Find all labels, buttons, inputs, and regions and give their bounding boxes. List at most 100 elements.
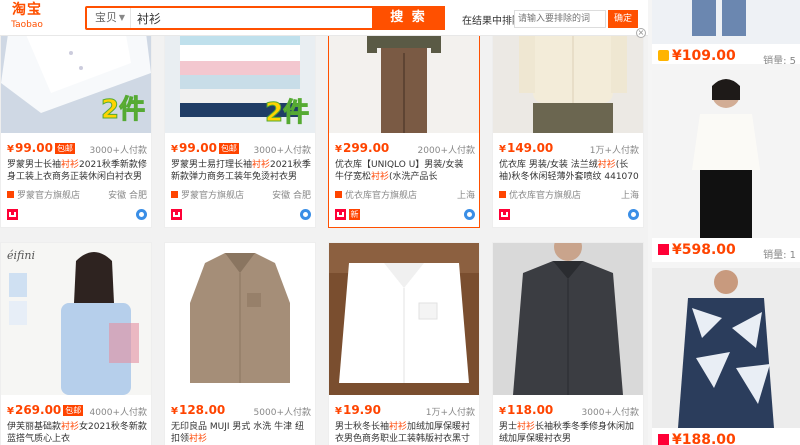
- keyword-highlight: 衬衫: [371, 172, 390, 182]
- category-select[interactable]: 宝贝 ▼: [87, 8, 131, 28]
- free-shipping-badge: 包邮: [54, 143, 75, 154]
- keyword-highlight: 衬衫: [389, 422, 408, 432]
- location: 安徽 合肥: [108, 191, 147, 201]
- sales-count: 2000+人付款: [417, 146, 475, 156]
- category-label: 宝贝: [95, 11, 117, 24]
- product-image[interactable]: [329, 243, 479, 395]
- price-row: ¥299.00 2000+人付款: [335, 141, 475, 156]
- service-icons: 新: [335, 209, 475, 221]
- wangwang-chat-icon[interactable]: [628, 209, 639, 220]
- exclude-input[interactable]: [514, 10, 606, 28]
- search-button[interactable]: 搜 索: [372, 6, 445, 30]
- tmall-icon[interactable]: [7, 209, 18, 220]
- keyword-highlight: 衬衫: [61, 422, 80, 432]
- product-image[interactable]: [493, 243, 643, 395]
- product-card[interactable]: éifini ¥269.00 包邮 4000+人付款 伊芙丽基础款衬衫女2021秋…: [0, 242, 152, 445]
- price-row: ¥19.90 1万+人付款: [335, 403, 475, 418]
- wangwang-chat-icon[interactable]: [300, 209, 311, 220]
- product-image[interactable]: [165, 243, 315, 395]
- price: ¥269.00: [7, 403, 62, 417]
- product-title[interactable]: 优衣库 男装/女装 法兰绒衬衫(长袖)秋冬休闲轻薄外套喷纹 441070: [499, 159, 639, 183]
- wangwang-chat-icon[interactable]: [136, 209, 147, 220]
- recommend-price: ¥109.00: [658, 48, 736, 64]
- shop-name[interactable]: 罗蒙官方旗舰店: [17, 191, 80, 201]
- logo-text-en: Taobao: [11, 20, 43, 30]
- price-row: ¥99.00 包邮 3000+人付款: [7, 141, 147, 156]
- service-icons: [7, 209, 147, 221]
- sales-count: 3000+人付款: [89, 146, 147, 156]
- price: ¥118.00: [499, 403, 554, 417]
- product-card[interactable]: ¥19.90 1万+人付款 男士秋冬长袖衬衫加绒加厚保暖衬衣男色商务职业工装韩版…: [328, 242, 480, 445]
- shop-row: 罗蒙官方旗舰店 安徽 合肥: [171, 188, 311, 201]
- service-icons: [171, 209, 311, 221]
- product-title[interactable]: 优衣库【UNIQLO U】男装/女装 牛仔宽松衬衫(水洗产品长袖)442944: [335, 159, 475, 183]
- keyword-highlight: 衬衫: [597, 160, 616, 170]
- price-row: ¥269.00 包邮 4000+人付款: [7, 403, 147, 418]
- shop-icon: [335, 191, 342, 198]
- sales-count: 5000+人付款: [253, 408, 311, 418]
- exclude-label: 在结果中排除: [462, 16, 522, 27]
- sales-count: 3000+人付款: [253, 146, 311, 156]
- search-header: 淘宝 Taobao 宝贝 ▼ 搜 索 在结果中排除 确定: [0, 0, 648, 36]
- free-shipping-badge: 包邮: [218, 143, 239, 154]
- chevron-down-icon: ▼: [118, 13, 125, 22]
- recommend-image[interactable]: [652, 268, 800, 428]
- shop-icon: [171, 191, 178, 198]
- shop-row: 优衣库官方旗舰店 上海: [499, 188, 639, 201]
- product-title[interactable]: 男士衬衫长袖秋季冬季修身休闲加绒加厚保暖衬衣男: [499, 421, 639, 445]
- recommend-price: ¥188.00: [658, 432, 736, 445]
- service-icons: [499, 209, 639, 221]
- exclude-confirm-button[interactable]: 确定: [608, 10, 638, 28]
- shop-name[interactable]: 优衣库官方旗舰店: [345, 191, 417, 201]
- product-title[interactable]: 伊芙丽基础款衬衫女2021秋冬新款蓝搭气质心上衣: [7, 421, 147, 445]
- shop-icon: [7, 191, 14, 198]
- tmall-icon: [658, 50, 669, 61]
- location: 上海: [620, 191, 639, 201]
- brand-text: éifini: [7, 249, 35, 262]
- recommend-sales: 销量: 1: [763, 250, 796, 261]
- product-image[interactable]: éifini: [1, 243, 151, 395]
- tmall-icon[interactable]: [499, 209, 510, 220]
- recommend-card[interactable]: ¥188.00: [652, 268, 800, 445]
- search-box: 宝贝 ▼ 搜 索: [85, 6, 445, 30]
- keyword-highlight: 衬衫: [61, 160, 80, 170]
- price-row: ¥149.00 1万+人付款: [499, 141, 639, 156]
- sales-count: 3000+人付款: [581, 408, 639, 418]
- shop-icon: [499, 191, 506, 198]
- sales-count: 1万+人付款: [589, 146, 639, 156]
- logo-text-cn: 淘宝: [12, 2, 42, 18]
- product-title[interactable]: 罗蒙男士易打理长袖衬衫2021秋季新款弹力商务工装年免烫衬衣男: [171, 159, 311, 183]
- price-row: ¥128.00 5000+人付款: [171, 403, 311, 418]
- sales-count: 1万+人付款: [425, 408, 475, 418]
- recommend-price: ¥598.00: [658, 242, 736, 258]
- recommend-card[interactable]: ¥598.00 销量: 1: [652, 70, 800, 262]
- wangwang-chat-icon[interactable]: [464, 209, 475, 220]
- keyword-highlight: 衬衫: [252, 160, 271, 170]
- price: ¥19.90: [335, 403, 381, 417]
- taobao-logo[interactable]: 淘宝 Taobao: [6, 2, 48, 34]
- price-row: ¥99.00 包邮 3000+人付款: [171, 141, 311, 156]
- badge-text: 2件: [101, 95, 145, 125]
- location: 安徽 合肥: [272, 191, 311, 201]
- product-title[interactable]: 罗蒙男士长袖衬衫2021秋季新款修身工装上衣商务正装休闲白衬衣男: [7, 159, 147, 183]
- recommend-image[interactable]: [652, 0, 800, 44]
- recommend-image[interactable]: [652, 70, 800, 238]
- location: 上海: [456, 191, 475, 201]
- price-row: ¥118.00 3000+人付款: [499, 403, 639, 418]
- shop-name[interactable]: 优衣库官方旗舰店: [509, 191, 581, 201]
- keyword-highlight: 衬衫: [189, 434, 208, 444]
- recommend-card[interactable]: ¥109.00 销量: 5: [652, 0, 800, 64]
- tmall-icon[interactable]: [171, 209, 182, 220]
- product-title[interactable]: 无印良品 MUJI 男式 水洗 牛津 纽扣领衬衫: [171, 421, 311, 445]
- price: ¥299.00: [335, 141, 390, 155]
- search-input[interactable]: [137, 9, 372, 27]
- shop-name[interactable]: 罗蒙官方旗舰店: [181, 191, 244, 201]
- product-card[interactable]: ¥118.00 3000+人付款 男士衬衫长袖秋季冬季修身休闲加绒加厚保暖衬衣男: [492, 242, 644, 445]
- price: ¥99.00: [7, 141, 53, 155]
- tmall-icon[interactable]: [335, 209, 346, 220]
- close-icon[interactable]: ×: [636, 28, 646, 38]
- product-card[interactable]: ¥128.00 5000+人付款 无印良品 MUJI 男式 水洗 牛津 纽扣领衬…: [164, 242, 316, 445]
- shop-row: 罗蒙官方旗舰店 安徽 合肥: [7, 188, 147, 201]
- product-title[interactable]: 男士秋冬长袖衬衫加绒加厚保暖衬衣男色商务职业工装韩版衬衣黑寸: [335, 421, 475, 445]
- shop-row: 优衣库官方旗舰店 上海: [335, 188, 475, 201]
